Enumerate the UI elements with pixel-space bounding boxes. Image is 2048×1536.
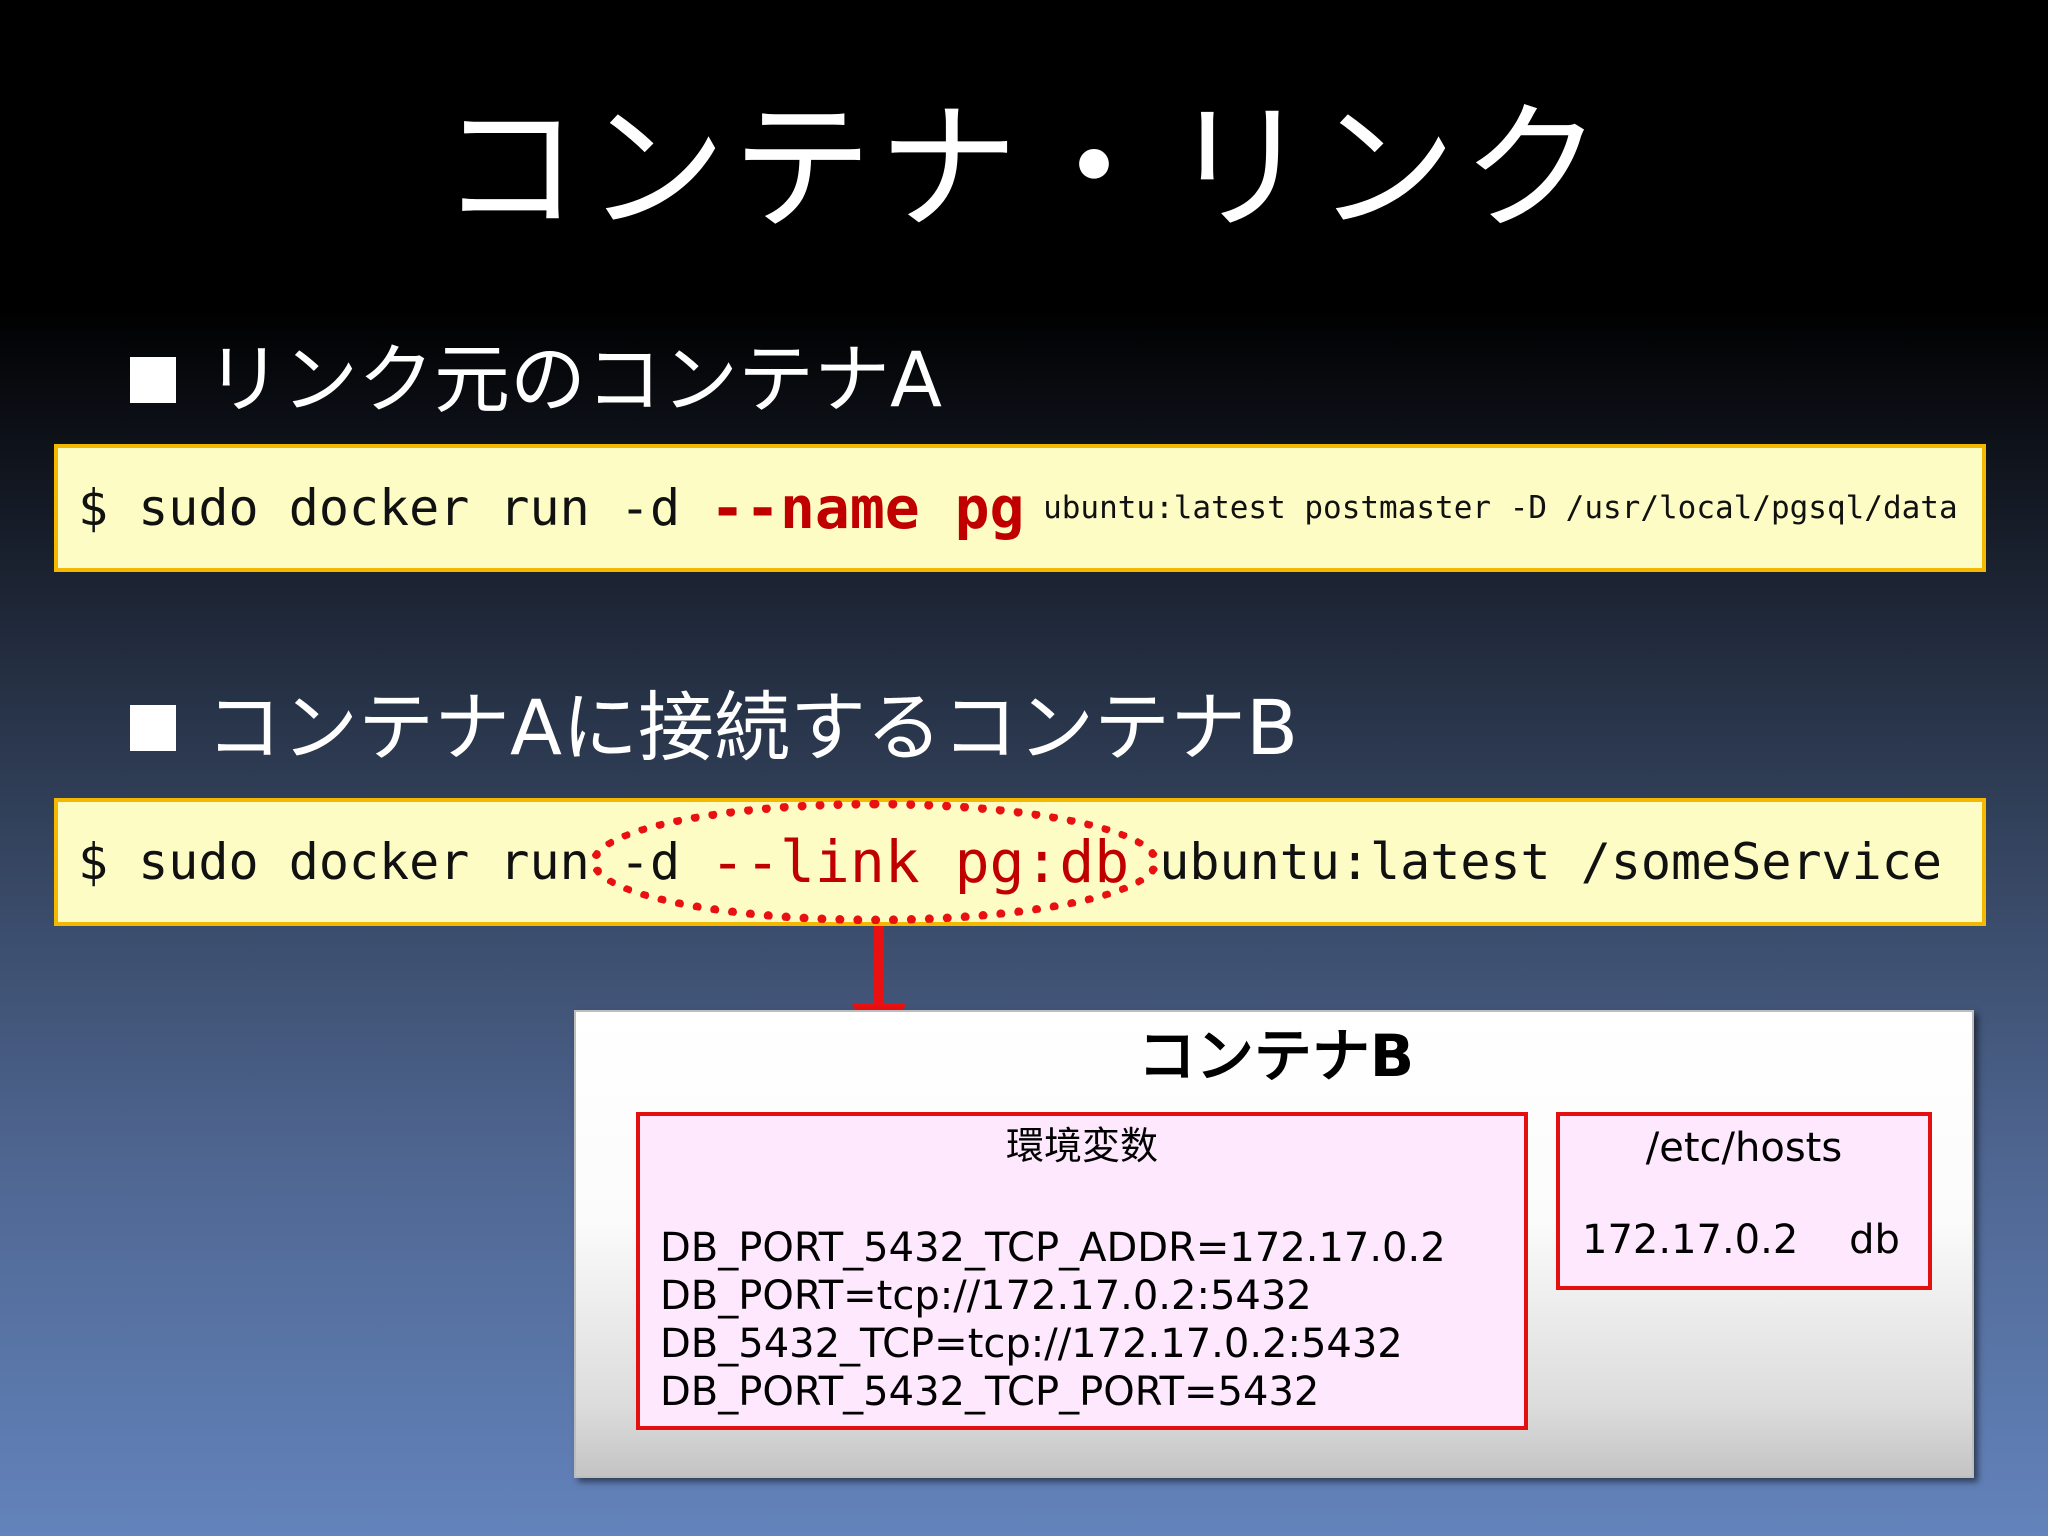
hosts-file-box: /etc/hosts 172.17.0.2 db bbox=[1556, 1112, 1932, 1290]
bullet-square-icon bbox=[130, 705, 176, 751]
command-a-highlight: --name pg bbox=[710, 474, 1025, 542]
bullet-container-b: コンテナAに接続するコンテナB bbox=[130, 690, 1298, 766]
bullet-container-a-text: リンク元のコンテナA bbox=[206, 335, 942, 424]
env-var-line: DB_PORT_5432_TCP_PORT=5432 bbox=[660, 1369, 1320, 1415]
env-var-line: DB_5432_TCP=tcp://172.17.0.2:5432 bbox=[660, 1321, 1403, 1367]
bullet-container-a: リンク元のコンテナA bbox=[130, 342, 942, 418]
command-a-suffix: ubuntu:latest postmaster -D /usr/local/p… bbox=[1024, 490, 1958, 526]
bullet-square-icon bbox=[130, 357, 176, 403]
hosts-entry-name: db bbox=[1849, 1217, 1900, 1263]
command-box-container-a: $ sudo docker run -d --name pg ubuntu:la… bbox=[54, 444, 1986, 572]
env-vars-title: 環境変数 bbox=[1005, 1124, 1158, 1168]
env-vars-list: DB_PORT_5432_TCP_ADDR=172.17.0.2 DB_PORT… bbox=[660, 1224, 1446, 1416]
command-a-prefix: $ sudo docker run -d bbox=[78, 479, 711, 537]
hosts-entry-ip: 172.17.0.2 bbox=[1582, 1217, 1799, 1263]
hosts-entry: 172.17.0.2 db bbox=[1582, 1216, 1900, 1264]
bullet-container-b-text: コンテナAに接続するコンテナB bbox=[206, 683, 1299, 772]
env-var-line: DB_PORT_5432_TCP_ADDR=172.17.0.2 bbox=[660, 1225, 1446, 1271]
hosts-file-title: /etc/hosts bbox=[1645, 1125, 1843, 1171]
container-b-panel: コンテナB 環境変数 DB_PORT_5432_TCP_ADDR=172.17.… bbox=[574, 1010, 1974, 1478]
down-arrow-shaft bbox=[874, 926, 884, 1016]
env-vars-box: 環境変数 DB_PORT_5432_TCP_ADDR=172.17.0.2 DB… bbox=[636, 1112, 1528, 1430]
env-var-line: DB_PORT=tcp://172.17.0.2:5432 bbox=[660, 1273, 1312, 1319]
slide-title: コンテナ・リンク bbox=[439, 88, 1608, 251]
command-b-suffix: ubuntu:latest /someService bbox=[1129, 833, 1942, 891]
container-b-title: コンテナB bbox=[1137, 1022, 1415, 1090]
link-option-highlight-ellipse bbox=[590, 800, 1160, 924]
